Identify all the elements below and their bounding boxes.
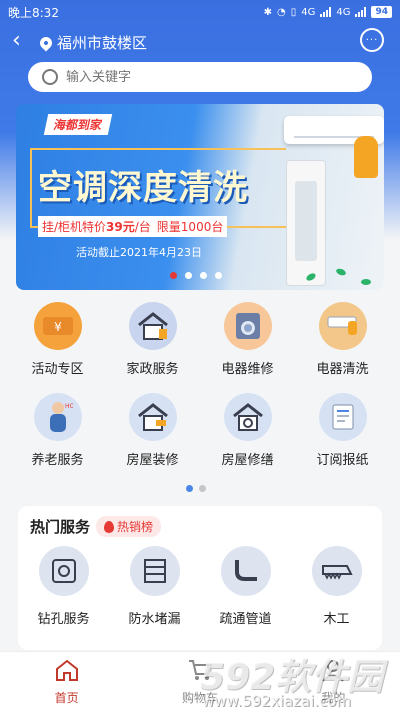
- saw-icon: [311, 546, 362, 596]
- network-type-2: 4G: [336, 6, 351, 18]
- app-header: ‹ 福州市鼓楼区 ···: [0, 28, 400, 56]
- search-input[interactable]: [66, 69, 346, 85]
- banner-dot[interactable]: [215, 272, 222, 279]
- status-time: 晚上8:32: [8, 5, 59, 20]
- hot-ranking-label: 热销榜: [117, 520, 154, 534]
- home-icon: [54, 658, 80, 686]
- cleaning-glove-image: [354, 136, 378, 178]
- service-item-label: 电器清洗: [316, 362, 369, 377]
- service-grid-section: ¥ 活动专区 家政服务 电器维修 电器清洗 HOT 养老服务 房屋装修 房屋修缮 订阅报纸: [0, 296, 400, 500]
- service-item-label: 房屋修缮: [221, 453, 274, 468]
- hot-ranking-badge[interactable]: 热销榜: [96, 516, 162, 537]
- service-item-label: 家政服务: [126, 362, 179, 377]
- bluetooth-icon: ✱: [263, 6, 272, 18]
- leaf-icon: [361, 279, 371, 285]
- house-paint-icon: [128, 393, 177, 441]
- alarm-icon: ◔: [276, 6, 286, 18]
- banner-price-text: 挂/柜机特价: [42, 220, 107, 234]
- elderly-icon: HOT: [33, 393, 82, 441]
- house-repair-icon: [223, 393, 272, 441]
- banner-price: 挂/柜机特价39元/台 限量1000台: [38, 216, 228, 237]
- hot-service-item[interactable]: 钻孔服务: [18, 546, 109, 627]
- leaf-icon: [335, 267, 347, 277]
- nav-item-label: 购物车: [181, 690, 218, 705]
- washing-machine-icon: [223, 302, 272, 350]
- nav-item[interactable]: 购物车: [133, 652, 266, 711]
- banner-dot[interactable]: [185, 272, 192, 279]
- banner-limit: 限量1000台: [156, 220, 224, 234]
- hot-service-label: 钻孔服务: [37, 612, 90, 627]
- service-item[interactable]: HOT 养老服务: [10, 393, 105, 468]
- service-page-indicator: [186, 485, 206, 492]
- ticket-icon: ¥: [33, 302, 82, 350]
- location-label: 福州市鼓楼区: [57, 34, 148, 52]
- hot-services-card: 热门服务 热销榜 钻孔服务 防水堵漏 疏通管道 木工: [18, 506, 382, 650]
- hot-service-label: 疏通管道: [219, 612, 272, 627]
- hot-services-title: 热门服务: [30, 518, 91, 536]
- hot-service-label: 木工: [323, 612, 350, 627]
- service-item-label: 电器维修: [221, 362, 274, 377]
- banner-title: 空调深度清洗: [38, 168, 248, 208]
- service-item[interactable]: 房屋修缮: [200, 393, 295, 468]
- search-bar[interactable]: [28, 62, 372, 92]
- service-item[interactable]: 电器维修: [200, 302, 295, 377]
- banner-price-unit: /台: [134, 220, 151, 234]
- hot-service-item[interactable]: 木工: [291, 546, 382, 627]
- banner-price-value: 39元: [106, 220, 135, 234]
- service-item[interactable]: 房屋装修: [105, 393, 200, 468]
- hot-services-header: 热门服务 热销榜: [30, 516, 162, 537]
- nav-item-label: 我的: [321, 690, 346, 705]
- service-item[interactable]: 电器清洗: [295, 302, 390, 377]
- hot-services-grid: 钻孔服务 防水堵漏 疏通管道 木工: [18, 546, 382, 627]
- service-item[interactable]: 家政服务: [105, 302, 200, 377]
- hot-service-item[interactable]: 防水堵漏: [109, 546, 200, 627]
- svg-text:¥: ¥: [54, 320, 62, 334]
- tower-ac-image: [286, 160, 326, 286]
- status-bar: 晚上8:32 ✱ ◔ ▯ 4G 4G 94: [0, 0, 400, 24]
- service-item-label: 活动专区: [31, 362, 84, 377]
- banner-dot[interactable]: [200, 272, 207, 279]
- signal-icon: [320, 7, 332, 17]
- message-button[interactable]: ···: [360, 28, 384, 52]
- cart-icon: [187, 658, 213, 686]
- network-type-1: 4G: [301, 6, 316, 18]
- service-page-dot[interactable]: [186, 485, 193, 492]
- service-page-dot[interactable]: [199, 485, 206, 492]
- service-item-label: 房屋装修: [126, 453, 179, 468]
- search-icon: [42, 69, 58, 85]
- house-cleaning-icon: [128, 302, 177, 350]
- back-button[interactable]: ‹: [12, 30, 21, 52]
- service-item-label: 订阅报纸: [316, 453, 369, 468]
- location-pin-icon: [37, 34, 55, 51]
- nav-item-label: 首页: [54, 690, 79, 705]
- svg-text:HOT: HOT: [65, 403, 73, 410]
- promo-banner[interactable]: 海都到家 空调深度清洗 挂/柜机特价39元/台 限量1000台 活动截止2021…: [16, 104, 384, 290]
- service-item[interactable]: ¥ 活动专区: [10, 302, 105, 377]
- bottom-navigation: 首页 购物车 我的: [0, 651, 400, 711]
- banner-date: 活动截止2021年4月23日: [76, 246, 202, 259]
- vibrate-icon: ▯: [290, 6, 297, 18]
- battery-icon: 94: [371, 6, 392, 18]
- pipe-icon: [220, 546, 271, 596]
- service-item[interactable]: 订阅报纸: [295, 393, 390, 468]
- chat-bubble-icon: ···: [365, 34, 379, 46]
- user-icon: [320, 658, 346, 686]
- banner-indicator: [170, 272, 222, 279]
- banner-brand: 海都到家: [43, 114, 113, 135]
- location-selector[interactable]: 福州市鼓楼区: [37, 32, 148, 53]
- newspaper-icon: [318, 393, 367, 441]
- banner-dot[interactable]: [170, 272, 177, 279]
- waterproof-icon: [129, 546, 180, 596]
- status-icons: ✱ ◔ ▯ 4G 4G 94: [264, 6, 392, 18]
- service-grid: ¥ 活动专区 家政服务 电器维修 电器清洗 HOT 养老服务 房屋装修 房屋修缮 订阅报纸: [10, 302, 390, 468]
- service-item-label: 养老服务: [31, 453, 84, 468]
- safe-drill-icon: [38, 546, 89, 596]
- hot-service-label: 防水堵漏: [128, 612, 181, 627]
- nav-item[interactable]: 首页: [0, 652, 133, 711]
- flame-icon: [104, 520, 115, 533]
- signal-icon: [355, 7, 367, 17]
- air-conditioner-icon: [318, 302, 367, 350]
- nav-item[interactable]: 我的: [267, 652, 400, 711]
- hot-service-item[interactable]: 疏通管道: [200, 546, 291, 627]
